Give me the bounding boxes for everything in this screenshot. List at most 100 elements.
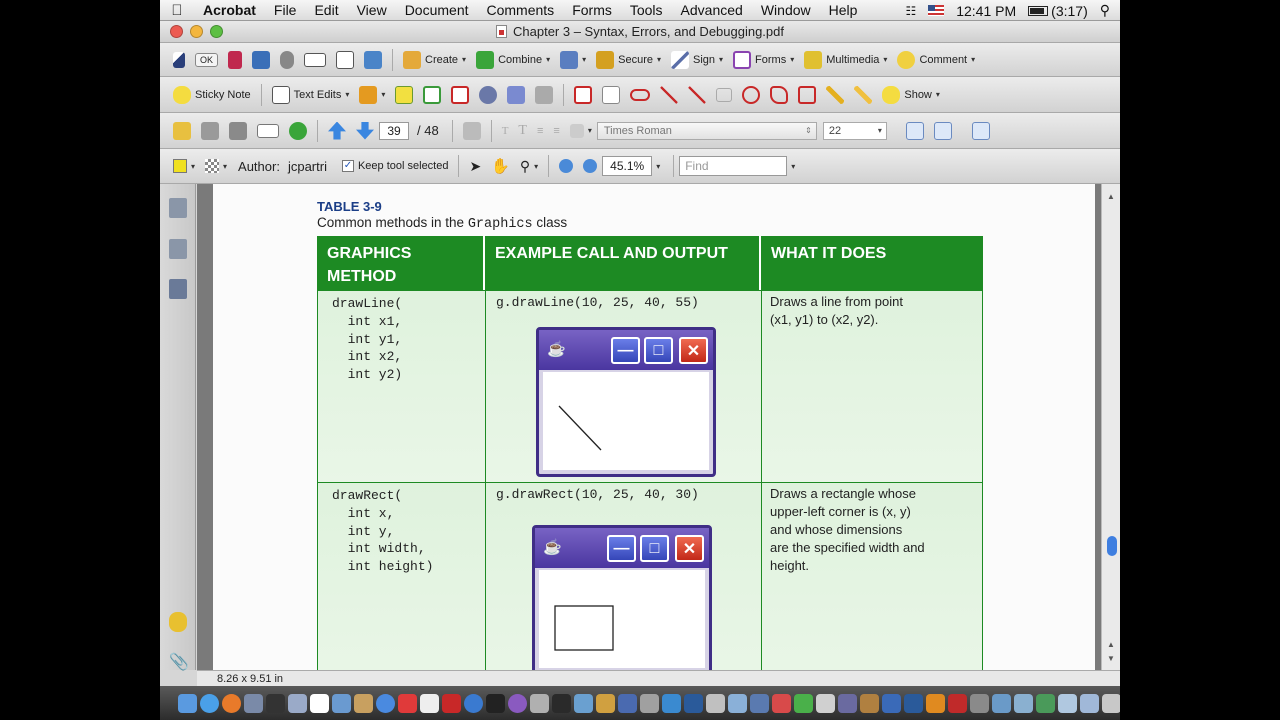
full-screen-button[interactable] <box>929 118 957 144</box>
zoom-dropdown-icon[interactable]: ▾ <box>656 162 660 171</box>
safari-icon[interactable] <box>200 693 219 713</box>
line-spacing-2-button[interactable]: ≡ <box>548 118 564 144</box>
open-button[interactable] <box>168 118 196 144</box>
text-box-button[interactable] <box>597 82 625 108</box>
app-icon[interactable] <box>508 693 527 713</box>
form-edit-button[interactable] <box>359 47 387 73</box>
polygon-button[interactable] <box>793 82 821 108</box>
photoshop-icon[interactable] <box>904 693 923 713</box>
app-icon[interactable] <box>706 693 725 713</box>
line-button[interactable] <box>683 82 711 108</box>
app-icon[interactable] <box>970 693 989 713</box>
firefox-icon[interactable] <box>222 693 241 713</box>
font-size-large-button[interactable]: T <box>513 118 532 144</box>
zoom-in-button[interactable] <box>578 153 602 179</box>
app-icon[interactable] <box>992 693 1011 713</box>
save-button[interactable] <box>224 118 252 144</box>
font-size-small-button[interactable]: T <box>497 118 514 144</box>
menu-file[interactable]: File <box>265 2 306 18</box>
menu-document[interactable]: Document <box>396 2 478 18</box>
app-icon[interactable] <box>794 693 813 713</box>
input-flag-icon[interactable] <box>928 5 945 16</box>
pages-icon[interactable] <box>169 198 187 218</box>
page-number-input[interactable]: 39 <box>379 121 409 140</box>
crop-tool-button[interactable] <box>247 47 275 73</box>
app-icon[interactable] <box>552 693 571 713</box>
app-icon[interactable] <box>1036 693 1055 713</box>
mail-icon[interactable] <box>288 693 307 713</box>
previous-page-button[interactable] <box>323 118 351 144</box>
app-icon[interactable] <box>816 693 835 713</box>
cloud-button[interactable] <box>625 82 655 108</box>
select-tool-button[interactable] <box>168 47 190 73</box>
link-tool-button[interactable] <box>275 47 299 73</box>
app-icon[interactable] <box>596 693 615 713</box>
callout-button[interactable] <box>569 82 597 108</box>
trash-icon[interactable] <box>1102 693 1120 713</box>
insert-text-button[interactable] <box>390 82 418 108</box>
battery-status[interactable]: (3:17) <box>1028 3 1088 19</box>
attachments-icon[interactable]: 📎 <box>169 652 189 672</box>
app-icon[interactable] <box>1014 693 1033 713</box>
spotlight-icon[interactable]: ⚲ <box>1100 2 1110 19</box>
stamp-button[interactable]: ▾ <box>354 82 390 108</box>
flash-icon[interactable] <box>948 693 967 713</box>
read-mode-button[interactable] <box>967 118 995 144</box>
minimize-window-button[interactable] <box>190 25 203 38</box>
scroll-down-icon[interactable]: ▼ <box>1107 654 1115 663</box>
font-size-select[interactable]: 22 ▾ <box>822 121 887 140</box>
scroll-up-icon[interactable]: ▲ <box>1107 192 1115 201</box>
app-icon[interactable] <box>574 693 593 713</box>
document-area[interactable]: TABLE 3-9 Common methods in the Graphics… <box>197 184 1101 670</box>
collaborate-button[interactable]: ▾ <box>555 47 591 73</box>
app-icon[interactable] <box>772 693 791 713</box>
find-dropdown-icon[interactable]: ▾ <box>791 162 795 171</box>
apple-menu-icon[interactable]:  <box>160 2 194 19</box>
menu-window[interactable]: Window <box>752 2 820 18</box>
author-value[interactable]: jcpartri <box>288 159 327 174</box>
terminal-icon[interactable] <box>266 693 285 713</box>
text-field-button[interactable] <box>299 47 331 73</box>
comments-panel-icon[interactable] <box>169 612 187 632</box>
clock[interactable]: 12:41 PM <box>956 3 1016 19</box>
app-icon[interactable] <box>838 693 857 713</box>
textedit-icon[interactable] <box>420 693 439 713</box>
opacity-button[interactable]: ▾ <box>200 153 232 179</box>
text-edits-button[interactable]: Text Edits ▾ <box>267 82 355 108</box>
replace-text-button[interactable] <box>418 82 446 108</box>
vertical-scrollbar[interactable]: ▲ ▲ ▼ <box>1101 184 1120 670</box>
next-page-button[interactable] <box>351 118 379 144</box>
article-tool-button[interactable] <box>331 47 359 73</box>
comment-button[interactable]: Comment ▾ <box>892 47 980 73</box>
ical-icon[interactable] <box>398 693 417 713</box>
folder-stack-icon[interactable] <box>1080 693 1099 713</box>
secure-button[interactable]: Secure ▾ <box>591 47 666 73</box>
app-icon[interactable] <box>640 693 659 713</box>
illustrator-icon[interactable] <box>926 693 945 713</box>
bookmarks-icon[interactable] <box>169 239 187 259</box>
find-input[interactable]: Find <box>679 156 788 176</box>
email-button[interactable] <box>252 118 284 144</box>
app-icon[interactable] <box>728 693 747 713</box>
finder-icon[interactable] <box>178 693 197 713</box>
app-icon[interactable] <box>1058 693 1077 713</box>
menu-help[interactable]: Help <box>820 2 867 18</box>
show-button[interactable]: Show ▾ <box>877 82 945 108</box>
oval-button[interactable] <box>737 82 765 108</box>
line-spacing-button[interactable]: ≡ <box>532 118 548 144</box>
app-icon[interactable] <box>662 693 681 713</box>
xcode-icon[interactable] <box>244 693 263 713</box>
menu-comments[interactable]: Comments <box>478 2 564 18</box>
sticky-note-button[interactable]: Sticky Note <box>168 82 256 108</box>
keep-tool-selected-checkbox[interactable]: ✓ Keep tool selected <box>337 153 454 179</box>
app-icon[interactable] <box>618 693 637 713</box>
menu-edit[interactable]: Edit <box>305 2 347 18</box>
hand-tool-button[interactable]: ✋ <box>486 153 515 179</box>
attach-file-button[interactable] <box>474 82 502 108</box>
menu-forms[interactable]: Forms <box>563 2 621 18</box>
create-button[interactable]: Create ▾ <box>398 47 471 73</box>
text-color-button[interactable]: ▾ <box>565 118 597 144</box>
forms-button[interactable]: Forms ▾ <box>728 47 799 73</box>
rectangle-button[interactable] <box>711 82 737 108</box>
zoom-out-button[interactable] <box>554 153 578 179</box>
